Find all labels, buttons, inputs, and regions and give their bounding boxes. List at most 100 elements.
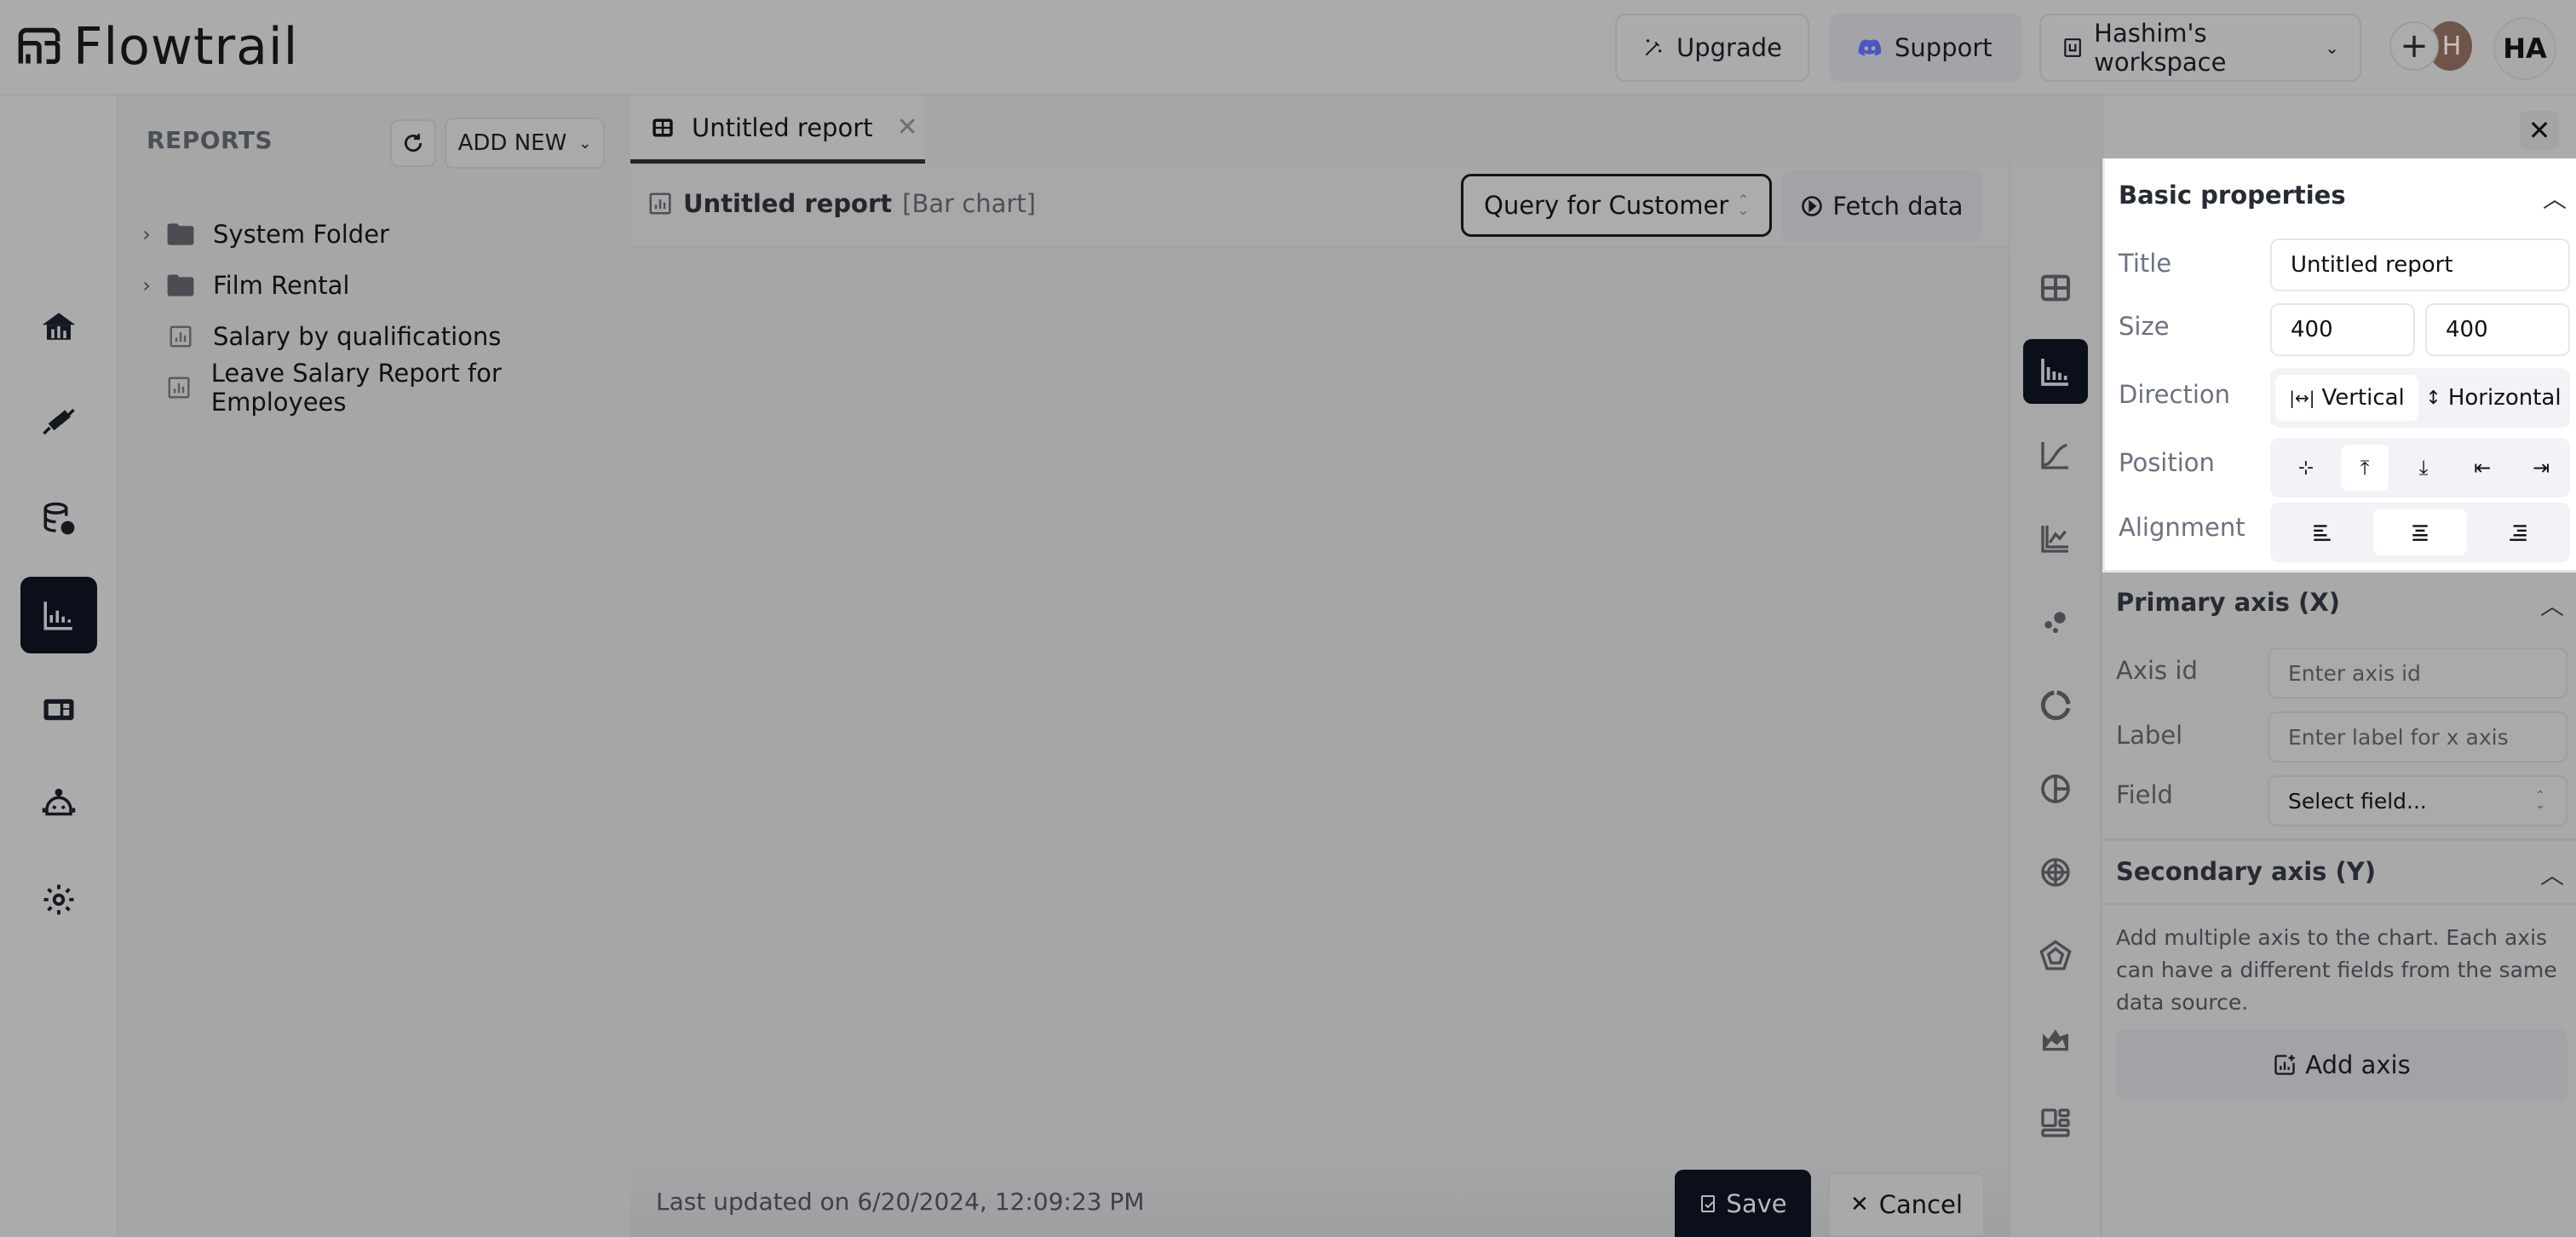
tree-item-label: Film Rental [213,271,350,300]
position-top-option[interactable]: ⤒ [2341,445,2389,491]
close-icon: ✕ [2527,114,2551,147]
rail-item-settings[interactable] [20,861,97,938]
chevron-up-icon[interactable]: ︿ [2540,588,2564,622]
tree-item-label: Leave Salary Report for Employees [210,359,502,417]
dashboard-icon [43,699,74,721]
add-member-button[interactable]: + [2389,21,2439,71]
rail-item-connections[interactable] [20,383,97,460]
tree-item-film-rental[interactable]: › Film Rental [135,262,349,309]
position-center-option[interactable]: ⊹ [2282,445,2330,491]
query-select-value: Query for Customer R [1484,191,1731,220]
chart-type-table[interactable] [2023,256,2088,320]
arrow-up-to-line-icon: ⤒ [2360,456,2370,480]
tree-item-salary-by-qualifications[interactable]: › Salary by qualifications [135,313,501,360]
height-value: 400 [2446,317,2488,342]
chart-type-column [2009,164,2100,1237]
scatter-chart-icon [2044,612,2066,633]
align-left-option[interactable] [2275,509,2370,555]
alignment-toggle [2270,503,2570,562]
axis-id-placeholder: Enter axis id [2288,660,2421,686]
add-new-label: ADD NEW [457,130,567,156]
chart-type-multi-line[interactable] [2023,506,2088,571]
doughnut-chart-icon [2040,690,2071,721]
tree-item-leave-salary-report[interactable]: › Leave Salary Report for Employees [135,359,630,417]
position-left-option[interactable]: ⇤ [2458,445,2506,491]
chart-type-radar[interactable] [2023,923,2088,988]
title-label: Title [2119,249,2172,278]
upgrade-button[interactable]: Upgrade [1615,14,1809,82]
height-input[interactable]: 400 [2425,303,2570,356]
select-updown-icon: ⌃ ⌄ [2535,789,2545,812]
field-select[interactable]: Select field... ⌃ ⌄ [2268,775,2567,826]
chart-type-area[interactable] [2023,1007,2088,1072]
position-label: Position [2119,448,2215,477]
width-value: 400 [2291,317,2333,342]
close-panel-button[interactable]: ✕ [2520,111,2559,150]
chart-type-doughnut[interactable] [2023,673,2088,738]
chart-type-polar[interactable] [2023,840,2088,905]
axis-id-input[interactable]: Enter axis id [2268,647,2567,699]
direction-horizontal-option[interactable]: ↕ Horizontal [2422,375,2565,421]
label-label: Label [2116,721,2183,750]
play-circle-icon [1802,196,1823,216]
rail-item-data-sources[interactable] [20,480,97,557]
align-center-vertical-icon: ⊹ [2297,457,2314,479]
width-input[interactable]: 400 [2270,303,2415,356]
report-title: Untitled report [Bar chart] [647,189,1036,218]
direction-toggle: |↔| Vertical ↕ Horizontal [2270,368,2570,428]
nav-rail [0,95,117,1237]
chart-plus-icon [2274,1055,2295,1075]
member-avatar-initial: H [2441,31,2462,61]
layout-icon [2041,1108,2070,1137]
axis-label-input[interactable]: Enter label for x axis [2268,711,2567,762]
user-avatar[interactable]: HA [2493,17,2556,80]
secondary-axis-help-text: Add multiple axis to the chart. Each axi… [2116,925,2557,1015]
chart-type-pie[interactable] [2023,757,2088,821]
add-new-button[interactable]: ADD NEW ⌄ [445,118,605,169]
table-icon [2041,274,2070,302]
arrow-left-to-line-icon: ⇤ [2473,456,2492,480]
position-bottom-option[interactable]: ⤓ [2400,445,2447,491]
query-select[interactable]: Query for Customer R ⌃ ⌄ [1461,174,1772,237]
report-name: Untitled report [683,189,893,218]
chart-type-layout[interactable] [2023,1090,2088,1155]
cancel-button[interactable]: ✕ Cancel [1828,1172,1985,1237]
refresh-button[interactable] [390,119,436,167]
axis-label-placeholder: Enter label for x axis [2288,724,2509,750]
fetch-data-button[interactable]: Fetch data [1782,170,1981,242]
alignment-label: Alignment [2119,513,2245,542]
chevron-up-icon[interactable]: ︿ [2543,181,2567,215]
align-right-option[interactable] [2470,509,2565,555]
direction-vertical-option[interactable]: |↔| Vertical [2275,375,2418,421]
chevron-up-icon[interactable]: ︿ [2540,857,2564,891]
tab-bar: Untitled report ✕ [630,95,2104,164]
chart-type-bar[interactable] [2023,339,2088,404]
select-updown-icon: ⌃ ⌄ [1737,192,1749,218]
user-initials: HA [2503,32,2547,65]
basic-properties-section: Basic properties ︿ Title Untitled report… [2102,158,2576,572]
support-button[interactable]: Support [1830,14,2022,82]
size-label: Size [2119,312,2170,341]
tab-label: Untitled report [692,112,873,142]
tab-untitled-report[interactable]: Untitled report ✕ [630,95,925,164]
chart-type-scatter[interactable] [2023,590,2088,654]
align-right-icon [2509,525,2527,541]
rail-item-ai-assistant[interactable] [20,767,97,843]
app-logo[interactable]: Flowtrail [17,17,298,77]
title-input[interactable]: Untitled report [2270,239,2570,291]
tree-item-system-folder[interactable]: › System Folder [135,210,389,258]
align-center-option[interactable] [2372,509,2468,555]
discord-icon [1858,39,1882,56]
workspace-selector[interactable]: Hashim's workspace ⌄ [2039,14,2361,82]
add-axis-button[interactable]: Add axis [2116,1029,2567,1101]
rail-item-dashboards[interactable] [20,671,97,748]
chevron-right-icon[interactable]: › [135,273,158,297]
rail-item-home[interactable] [20,288,97,365]
chevron-right-icon[interactable]: › [135,222,158,246]
close-tab-icon[interactable]: ✕ [897,112,918,142]
save-button[interactable]: Save [1675,1170,1811,1237]
upgrade-label: Upgrade [1676,33,1782,62]
position-right-option[interactable]: ⇥ [2517,445,2565,491]
chart-type-line[interactable] [2023,423,2088,487]
rail-item-reports[interactable] [20,577,97,653]
